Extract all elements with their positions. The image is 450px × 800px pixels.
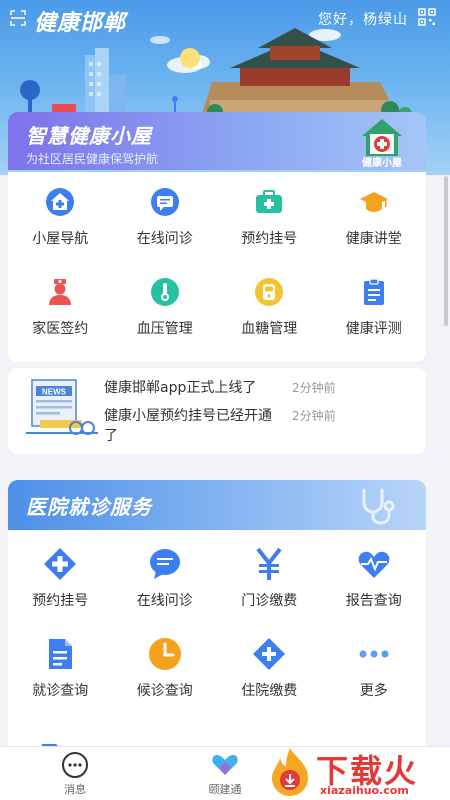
app-title: 健康邯郸 [34,10,127,36]
community-services-card: 小屋导航 在线问诊 预约挂号 健康讲堂 家医签约 血压管理 血糖管理 健康评测 [8,172,426,362]
news-card: NEWS 健康邯郸app正式上线了 2分钟前 健康小屋预约挂号已经开通了 2分钟… [8,368,426,454]
stethoscope-icon [362,488,395,525]
service-online-consult[interactable]: 在线问诊 [113,184,218,256]
nav-tab-messages[interactable]: 消息 [35,751,115,797]
hospital-online-consult[interactable]: 在线问诊 [113,546,218,618]
nav-label: 颐建通 [208,783,242,796]
medkit-icon [251,184,287,220]
newspaper-icon: NEWS [26,379,98,435]
hospital-outpatient-payment[interactable]: 门诊缴费 [217,546,322,618]
service-health-assessment[interactable]: 健康评测 [322,274,427,346]
graduation-cap-icon [356,184,392,220]
hospital-more[interactable]: 更多 [322,636,427,708]
service-hut-navigation[interactable]: 小屋导航 [8,184,113,256]
hospital-services-grid: 预约挂号 在线问诊 门诊缴费 报告查询 就诊查询 候诊查询 住院缴费 更多 [8,530,426,708]
service-label: 更多 [359,683,388,699]
service-label: 预约挂号 [32,593,89,609]
nav-label: 消息 [64,783,86,796]
hospital-waiting-query[interactable]: 候诊查询 [113,636,218,708]
service-label: 小屋导航 [32,231,89,247]
more-dots-icon [356,636,392,672]
chat-icon [147,184,183,220]
watermark: 下载火 xiazaihuo.com [258,744,448,800]
hospital-visit-query[interactable]: 就诊查询 [8,636,113,708]
header: 健康邯郸 您好，杨绿山 智慧健康小屋 为社区居民健康保驾护航 健康小屋 [0,0,450,175]
glucose-meter-icon [251,274,287,310]
news-time: 2分钟前 [292,381,336,395]
community-services-grid: 小屋导航 在线问诊 预约挂号 健康讲堂 家医签约 血压管理 血糖管理 健康评测 [8,172,426,346]
service-blood-glucose[interactable]: 血糖管理 [217,274,322,346]
heart-pulse-icon [356,546,392,582]
scan-icon[interactable] [10,10,26,26]
news-image-label: NEWS [42,388,67,397]
doctor-icon [42,274,78,310]
message-icon [62,752,88,778]
health-hut-banner[interactable]: 智慧健康小屋 为社区居民健康保驾护航 健康小屋 [8,112,426,170]
watermark-url: xiazaihuo.com [320,784,409,797]
service-blood-pressure[interactable]: 血压管理 [113,274,218,346]
service-label: 在线问诊 [136,593,193,609]
yuan-icon [251,546,287,582]
news-item[interactable]: 健康小屋预约挂号已经开通了 2分钟前 [104,406,336,446]
nav-tab-yijiantong[interactable]: 颐建通 [185,751,265,797]
service-health-lecture[interactable]: 健康讲堂 [322,184,427,256]
service-label: 血糖管理 [241,321,298,337]
hospital-services-header: 医院就诊服务 [8,480,426,530]
heart-logo-icon [212,755,238,775]
qr-code-icon[interactable] [418,8,436,26]
scrollbar[interactable] [444,176,448,326]
hospital-services-title: 医院就诊服务 [26,495,152,519]
document-icon [42,636,78,672]
service-label: 家医签约 [32,321,89,337]
service-label: 健康评测 [345,321,402,337]
service-label: 在线问诊 [136,231,193,247]
medical-cross-icon [42,546,78,582]
news-time: 2分钟前 [292,409,336,423]
health-hut-logo-text: 健康小屋 [362,158,402,169]
clipboard-icon [356,274,392,310]
clock-icon [147,636,183,672]
plus-diamond-icon [251,636,287,672]
user-greeting: 您好，杨绿山 [318,12,408,28]
hospital-inpatient-payment[interactable]: 住院缴费 [217,636,322,708]
news-title: 健康邯郸app正式上线了 [104,380,257,396]
service-label: 预约挂号 [241,231,298,247]
news-title: 健康小屋预约挂号已经开通了 [104,408,272,444]
hospital-appointment[interactable]: 预约挂号 [8,546,113,618]
hospital-services-card: 预约挂号 在线问诊 门诊缴费 报告查询 就诊查询 候诊查询 住院缴费 更多 [8,530,426,760]
service-label: 住院缴费 [241,683,298,699]
service-label: 血压管理 [136,321,193,337]
service-family-doctor[interactable]: 家医签约 [8,274,113,346]
service-label: 就诊查询 [32,683,89,699]
news-item[interactable]: 健康邯郸app正式上线了 2分钟前 [104,378,336,398]
service-label: 健康讲堂 [345,231,402,247]
service-appointment[interactable]: 预约挂号 [217,184,322,256]
chat-bubble-icon [147,546,183,582]
banner-title: 智慧健康小屋 [26,124,152,148]
hospital-report-query[interactable]: 报告查询 [322,546,427,618]
service-label: 报告查询 [345,593,402,609]
service-label: 门诊缴费 [241,593,298,609]
flame-logo-icon [272,748,308,796]
service-label: 候诊查询 [136,683,193,699]
banner-subtitle: 为社区居民健康保驾护航 [26,152,159,166]
thermometer-icon [147,274,183,310]
house-plus-icon [42,184,78,220]
